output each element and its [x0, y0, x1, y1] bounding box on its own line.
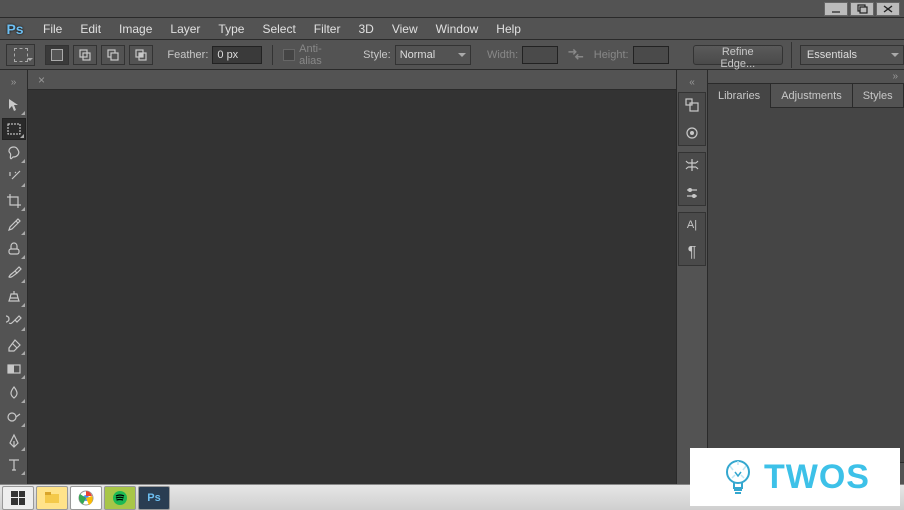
side-panel-group: Libraries Adjustments Styles Lay	[708, 70, 904, 484]
maximize-button[interactable]	[850, 2, 874, 16]
crop-tool[interactable]	[2, 190, 26, 212]
title-bar	[0, 0, 904, 18]
feather-input[interactable]	[212, 46, 262, 64]
swap-dimensions-icon[interactable]	[566, 47, 586, 63]
menu-window[interactable]: Window	[427, 19, 488, 39]
workspace-value: Essentials	[807, 49, 857, 61]
width-input	[522, 46, 558, 64]
work-area: × A| ¶ Libraries Adjustments Styles Lay	[0, 70, 904, 484]
adjustments-icon[interactable]	[682, 183, 702, 203]
menu-edit[interactable]: Edit	[71, 19, 110, 39]
menu-3d[interactable]: 3D	[349, 19, 382, 39]
height-input	[633, 46, 669, 64]
lightbulb-icon	[720, 456, 756, 498]
menu-filter[interactable]: Filter	[305, 19, 350, 39]
swatches-icon[interactable]	[682, 155, 702, 175]
dock-expand-toggle[interactable]	[678, 76, 706, 88]
gradient-tool[interactable]	[2, 358, 26, 380]
move-tool[interactable]	[2, 94, 26, 116]
watermark-text: TWOS	[764, 458, 870, 497]
options-bar: Feather: Anti-alias Style: Normal Width:…	[0, 40, 904, 70]
eraser-tool[interactable]	[2, 334, 26, 356]
selection-new-button[interactable]	[45, 45, 69, 65]
selection-add-button[interactable]	[73, 45, 97, 65]
clone-stamp-tool[interactable]	[2, 286, 26, 308]
windows-icon	[11, 491, 25, 505]
start-button[interactable]	[2, 486, 34, 510]
selection-subtract-button[interactable]	[101, 45, 125, 65]
menu-type[interactable]: Type	[209, 19, 253, 39]
selection-intersect-button[interactable]	[129, 45, 153, 65]
menu-layer[interactable]: Layer	[161, 19, 209, 39]
menu-help[interactable]: Help	[487, 19, 530, 39]
tab-adjustments[interactable]: Adjustments	[771, 84, 853, 108]
app-logo-icon: Ps	[4, 19, 26, 39]
pen-tool[interactable]	[2, 430, 26, 452]
brush-tool[interactable]	[2, 262, 26, 284]
history-brush-tool[interactable]	[2, 310, 26, 332]
document-tab-bar: ×	[28, 70, 676, 90]
separator	[272, 45, 273, 65]
file-explorer-button[interactable]	[36, 486, 68, 510]
document-area: ×	[28, 70, 676, 484]
canvas[interactable]	[28, 90, 676, 484]
spot-heal-tool[interactable]	[2, 238, 26, 260]
refine-edge-button[interactable]: Refine Edge...	[693, 45, 783, 65]
document-tab-close-icon[interactable]: ×	[38, 73, 45, 87]
dodge-tool[interactable]	[2, 406, 26, 428]
spotify-button[interactable]	[104, 486, 136, 510]
dock-group-1	[678, 92, 706, 146]
watermark: TWOS	[690, 448, 900, 506]
feather-label: Feather:	[167, 49, 208, 61]
app-logo-text: Ps	[6, 21, 23, 37]
menu-image[interactable]: Image	[110, 19, 161, 39]
rect-marquee-icon	[14, 48, 28, 62]
rect-marquee-tool[interactable]	[2, 118, 26, 140]
dock-group-3: A| ¶	[678, 212, 706, 266]
chrome-button[interactable]	[70, 486, 102, 510]
paragraph-icon[interactable]: ¶	[682, 243, 702, 263]
lasso-tool[interactable]	[2, 142, 26, 164]
ps-icon: Ps	[147, 492, 160, 504]
close-button[interactable]	[876, 2, 900, 16]
separator	[791, 42, 792, 68]
style-value: Normal	[400, 49, 435, 61]
collapsed-panels-dock: A| ¶	[676, 70, 708, 484]
selection-mode-group	[45, 45, 153, 65]
style-select[interactable]: Normal	[395, 45, 472, 65]
tool-preset-picker[interactable]	[6, 44, 35, 66]
menu-view[interactable]: View	[383, 19, 427, 39]
tools-panel	[0, 70, 28, 484]
tools-expand-toggle[interactable]	[2, 76, 26, 88]
libraries-panel-body[interactable]	[708, 108, 904, 462]
antialias-label: Anti-alias	[299, 43, 343, 67]
antialias-checkbox[interactable]	[283, 49, 295, 61]
dock-group-2	[678, 152, 706, 206]
panel-tabs: Libraries Adjustments Styles	[708, 84, 904, 108]
menu-bar: Ps File Edit Image Layer Type Select Fil…	[0, 18, 904, 40]
tab-libraries[interactable]: Libraries	[708, 84, 771, 108]
type-tool[interactable]	[2, 454, 26, 476]
blur-tool[interactable]	[2, 382, 26, 404]
panel-collapse-toggle[interactable]	[708, 70, 904, 84]
color-icon[interactable]	[682, 123, 702, 143]
tab-styles[interactable]: Styles	[853, 84, 904, 108]
height-label: Height:	[594, 49, 629, 61]
history-icon[interactable]	[682, 95, 702, 115]
menu-file[interactable]: File	[34, 19, 71, 39]
magic-wand-tool[interactable]	[2, 166, 26, 188]
width-label: Width:	[487, 49, 518, 61]
workspace-switcher[interactable]: Essentials	[800, 45, 904, 65]
menu-select[interactable]: Select	[253, 19, 304, 39]
eyedropper-tool[interactable]	[2, 214, 26, 236]
style-label: Style:	[363, 49, 391, 61]
minimize-button[interactable]	[824, 2, 848, 16]
character-icon[interactable]: A|	[682, 215, 702, 235]
photoshop-taskbar-button[interactable]: Ps	[138, 486, 170, 510]
